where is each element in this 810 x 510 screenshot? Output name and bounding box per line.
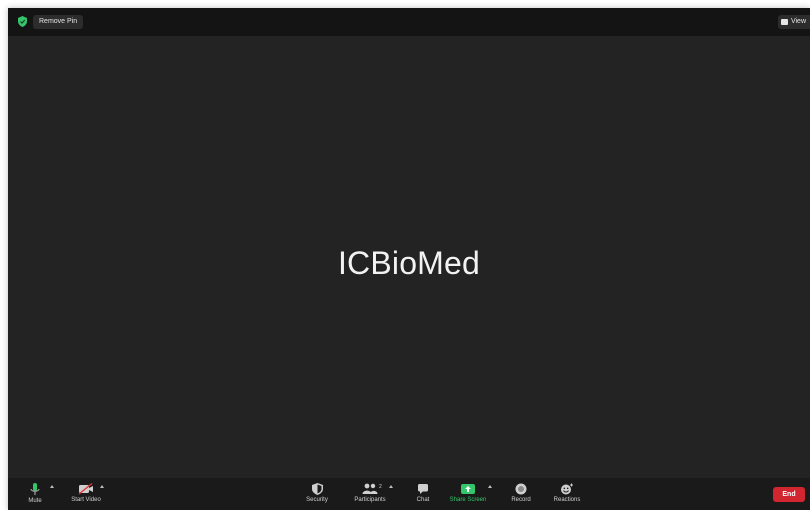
microphone-icon bbox=[30, 483, 40, 495]
audio-options-caret-icon[interactable] bbox=[50, 485, 54, 488]
view-button[interactable]: View bbox=[777, 15, 810, 29]
record-icon bbox=[515, 483, 527, 495]
chat-label: Chat bbox=[416, 497, 430, 503]
view-button-label: View bbox=[790, 18, 806, 25]
chat-button[interactable]: Chat bbox=[413, 478, 433, 510]
active-speaker-name: ICBioMed bbox=[337, 245, 481, 281]
share-options-caret-icon[interactable] bbox=[488, 485, 492, 488]
security-shield-icon[interactable] bbox=[18, 16, 27, 27]
share-screen-button[interactable]: Share Screen bbox=[446, 478, 490, 510]
meeting-toolbar: Mute Start Video Security Participants 2… bbox=[8, 478, 810, 510]
reactions-button[interactable]: Reactions bbox=[550, 478, 584, 510]
participants-icon bbox=[362, 483, 378, 494]
remove-pin-button[interactable]: Remove Pin bbox=[33, 15, 84, 29]
top-bar: Remove Pin View bbox=[8, 8, 810, 36]
record-button[interactable]: Record bbox=[507, 478, 535, 510]
add-reaction-smiley-icon bbox=[561, 483, 573, 495]
reactions-label: Reactions bbox=[553, 497, 581, 503]
view-grid-icon bbox=[780, 19, 788, 25]
zoom-meeting-window: Remove Pin View ICBioMed Mute Start Vide… bbox=[8, 8, 810, 510]
record-label: Record bbox=[511, 497, 531, 503]
video-options-caret-icon[interactable] bbox=[100, 485, 104, 488]
security-button[interactable]: Security bbox=[302, 478, 332, 510]
participants-label: Participants bbox=[354, 497, 386, 503]
participants-count: 2 bbox=[379, 484, 382, 490]
shield-icon bbox=[311, 483, 323, 495]
start-video-label: Start Video bbox=[71, 497, 101, 503]
share-screen-label: Share Screen bbox=[449, 497, 487, 503]
start-video-button[interactable]: Start Video bbox=[64, 478, 108, 510]
share-screen-icon bbox=[461, 484, 475, 494]
chat-bubble-icon bbox=[418, 484, 428, 494]
mute-button[interactable]: Mute bbox=[25, 478, 45, 510]
security-label: Security bbox=[306, 497, 328, 503]
video-off-icon bbox=[78, 483, 93, 495]
end-meeting-button[interactable]: End bbox=[773, 487, 805, 502]
participants-options-caret-icon[interactable] bbox=[389, 485, 393, 488]
participants-button[interactable]: Participants bbox=[348, 478, 392, 510]
mute-label: Mute bbox=[28, 498, 42, 504]
